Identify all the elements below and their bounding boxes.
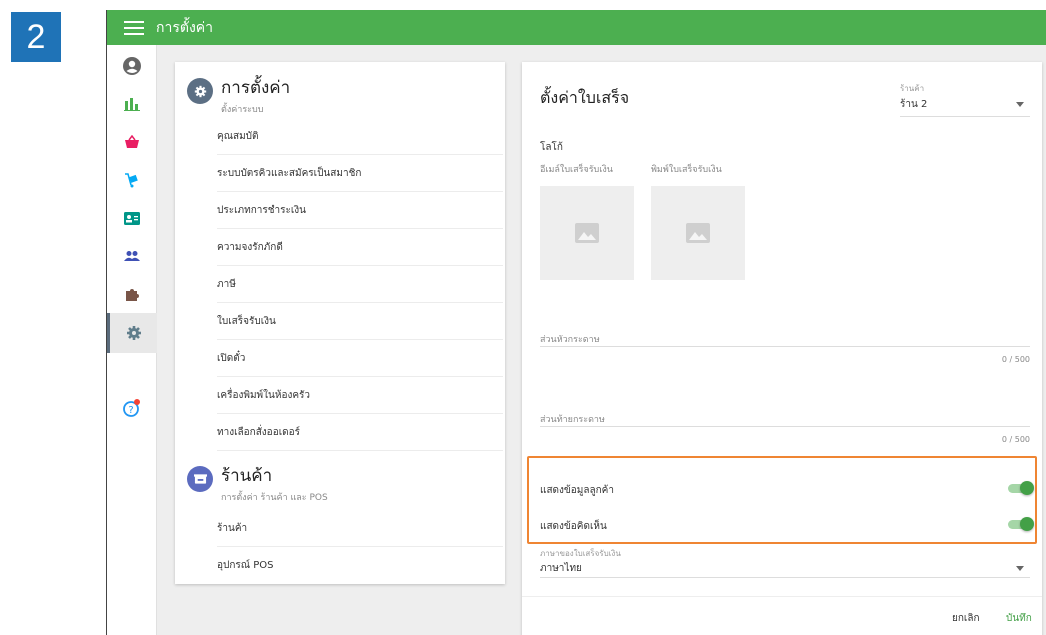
menu-item-receipt[interactable]: ใบเสร็จรับเงิน — [217, 303, 503, 340]
email-receipt-image-upload[interactable] — [540, 186, 634, 280]
store-select-label: ร้านค้า — [900, 84, 925, 93]
receipt-settings-card: ตั้งค่าใบเสร็จ ร้านค้า ร้าน 2 โลโก้ อีเม… — [522, 62, 1042, 635]
store-circle-icon — [187, 466, 213, 492]
settings-circle-icon — [187, 78, 213, 104]
cancel-button[interactable]: ยกเลิก — [952, 611, 980, 626]
store-section-header: ร้านค้า การตั้งค่า ร้านค้า และ POS — [187, 462, 328, 504]
menu-item-pos-devices[interactable]: อุปกรณ์ POS — [217, 547, 503, 584]
receipt-settings-title: ตั้งค่าใบเสร็จ — [540, 88, 630, 107]
settings-menu-card: การตั้งค่า ตั้งค่าระบบ คุณสมบัติ ระบบบัต… — [175, 62, 505, 584]
menu-item-dining-options[interactable]: ทางเลือกสั่งออเดอร์ — [217, 414, 503, 451]
hamburger-menu-icon[interactable] — [124, 20, 144, 35]
settings-section-title: การตั้งค่า — [221, 78, 291, 98]
store-section-title: ร้านค้า — [221, 466, 273, 486]
puzzle-icon[interactable] — [107, 275, 157, 313]
contact-card-icon[interactable] — [107, 199, 157, 237]
language-select[interactable]: ภาษาไทย — [540, 561, 582, 576]
sidebar: ? — [107, 45, 157, 635]
save-button[interactable]: บันทึก — [1006, 611, 1032, 626]
show-customer-info-label: แสดงข้อมูลลูกค้า — [540, 485, 614, 496]
menu-item-taxes[interactable]: ภาษี — [217, 266, 503, 303]
settings-section-subtitle: ตั้งค่าระบบ — [221, 105, 264, 115]
store-select[interactable]: ร้านค้า ร้าน 2 — [900, 82, 1030, 117]
step-number-badge: 2 — [11, 12, 61, 62]
language-select-label: ภาษาของใบเสร็จรับเงิน — [540, 549, 621, 558]
header-field[interactable]: ส่วนหัวกระดาษ — [540, 332, 600, 346]
settings-icon[interactable] — [107, 313, 157, 353]
header-field-counter: 0 / 500 — [1001, 355, 1030, 364]
header-field-underline — [540, 346, 1030, 347]
store-section-subtitle: การตั้งค่า ร้านค้า และ POS — [221, 493, 328, 503]
footer-field[interactable]: ส่วนท้ายกระดาษ — [540, 412, 605, 426]
app-window: การตั้งค่า ? การตั้งค่า ตั้งค่าระบบ คุณส… — [106, 10, 1046, 635]
settings-section-header: การตั้งค่า ตั้งค่าระบบ — [187, 74, 290, 116]
menu-item-payment-types[interactable]: ประเภทการชำระเงิน — [217, 192, 503, 229]
menu-item-stores[interactable]: ร้านค้า — [217, 510, 503, 547]
print-receipt-image-upload[interactable] — [651, 186, 745, 280]
logo-label: โลโก้ — [540, 142, 563, 153]
menu-item-queue-membership[interactable]: ระบบบัตรคิวและสมัครเป็นสมาชิก — [217, 155, 503, 192]
language-select-underline — [540, 577, 1030, 578]
svg-text:?: ? — [128, 405, 133, 416]
email-receipt-label: อีเมล์ใบเสร็จรับเงิน — [540, 165, 613, 175]
show-customer-info-toggle[interactable] — [1008, 481, 1034, 495]
store-select-value: ร้าน 2 — [900, 99, 928, 110]
footer-divider — [522, 596, 1042, 597]
shopping-basket-icon[interactable] — [107, 123, 157, 161]
footer-field-counter: 0 / 500 — [1001, 435, 1030, 444]
people-icon[interactable] — [107, 237, 157, 275]
menu-item-open-tickets[interactable]: เปิดตั๋ว — [217, 340, 503, 377]
account-circle-icon[interactable] — [107, 47, 157, 85]
show-comments-toggle[interactable] — [1008, 517, 1034, 531]
top-app-bar: การตั้งค่า — [107, 10, 1046, 45]
bar-chart-icon[interactable] — [107, 85, 157, 123]
menu-item-kitchen-printers[interactable]: เครื่องพิมพ์ในห้องครัว — [217, 377, 503, 414]
menu-item-loyalty[interactable]: ความจงรักภักดี — [217, 229, 503, 266]
show-comments-label: แสดงข้อคิดเห็น — [540, 521, 607, 532]
image-icon — [575, 223, 599, 243]
chevron-down-icon[interactable] — [1016, 566, 1024, 571]
menu-item-features[interactable]: คุณสมบัติ — [217, 118, 503, 155]
print-receipt-label: พิมพ์ใบเสร็จรับเงิน — [651, 165, 722, 175]
footer-field-underline — [540, 426, 1030, 427]
chevron-down-icon — [1016, 102, 1024, 107]
page-title: การตั้งค่า — [156, 19, 214, 36]
dolly-icon[interactable] — [107, 161, 157, 199]
image-icon — [686, 223, 710, 243]
help-icon[interactable]: ? — [107, 389, 157, 427]
